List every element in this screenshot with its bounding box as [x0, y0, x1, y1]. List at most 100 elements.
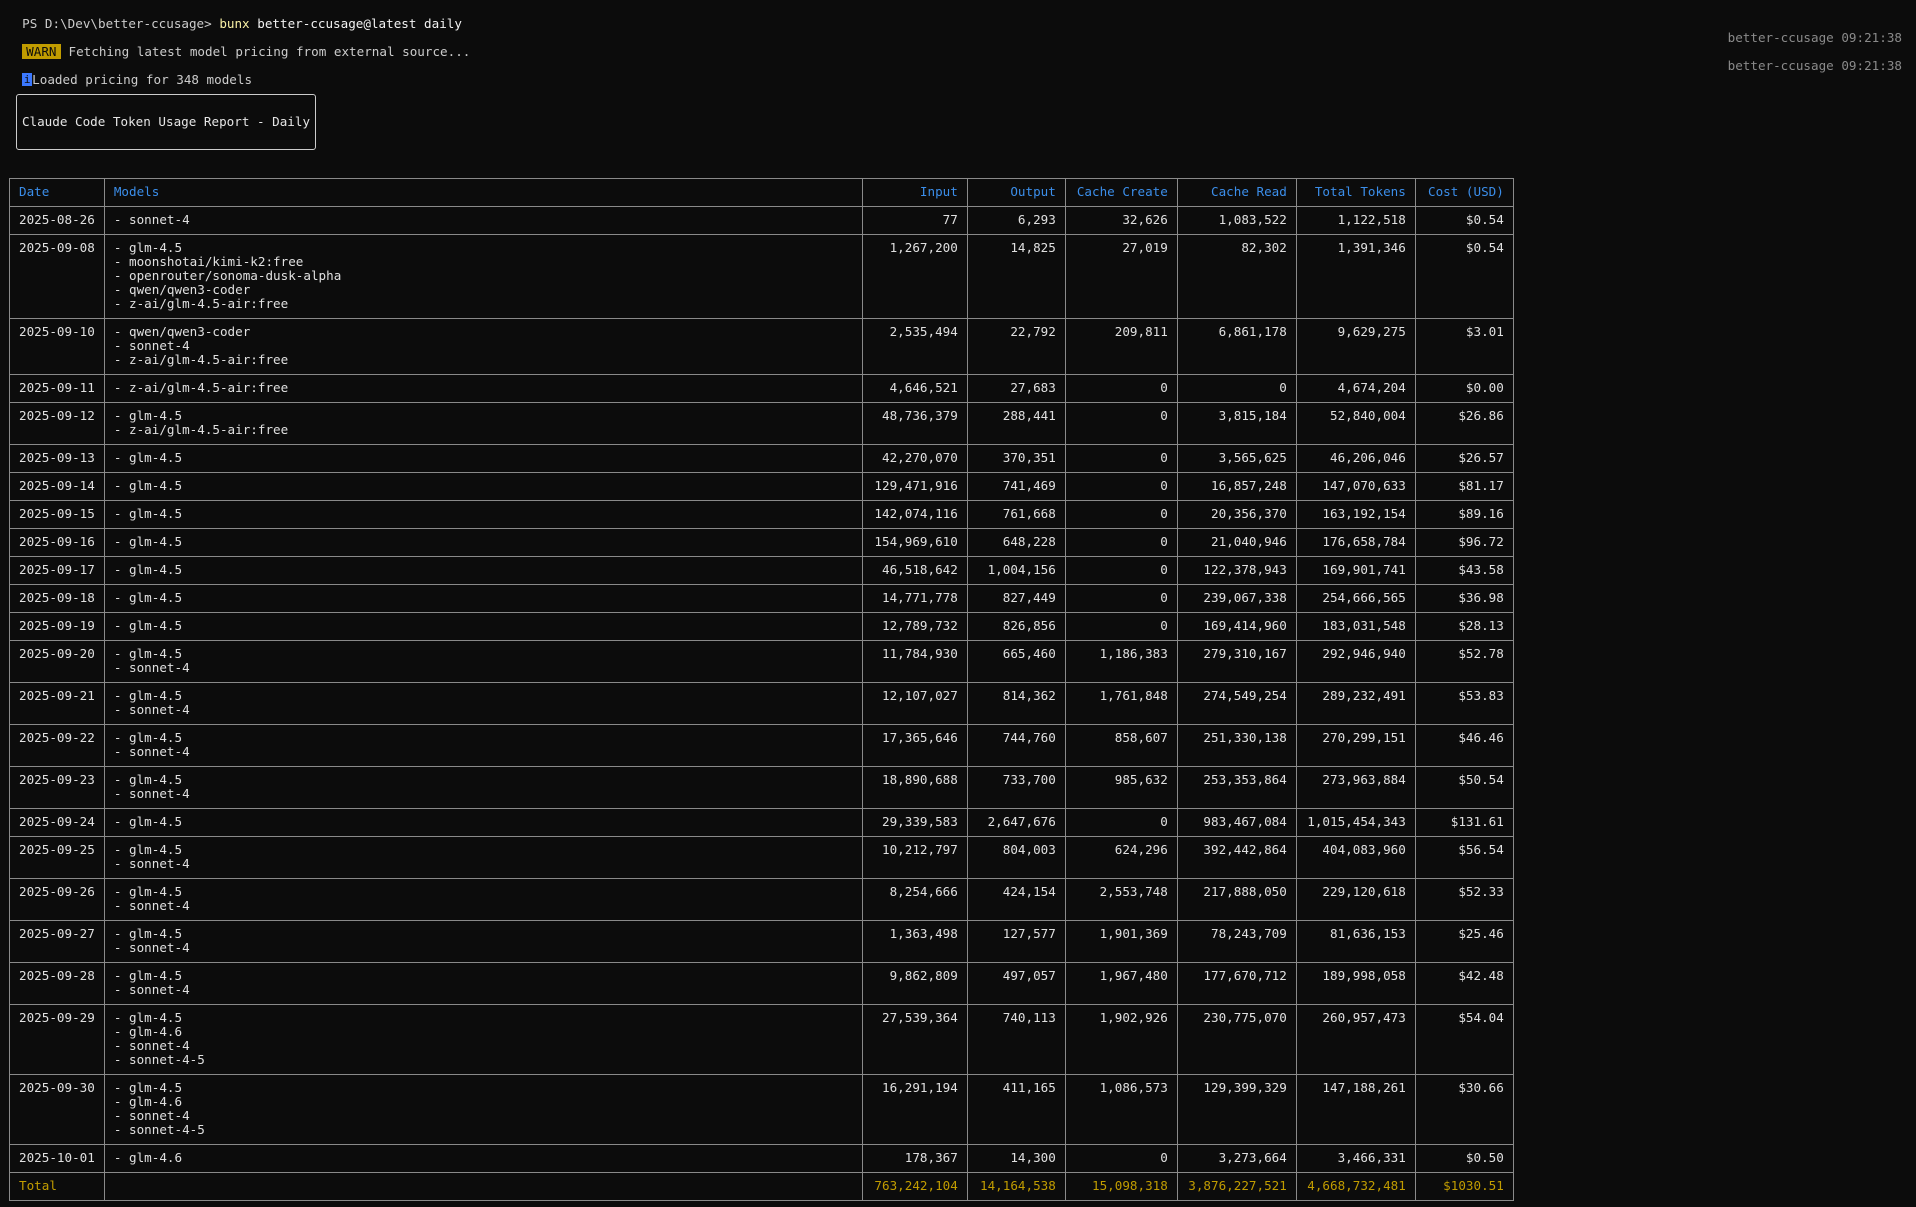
cell-cache-create: 0: [1064, 374, 1178, 403]
cell-cache-create: 0: [1064, 402, 1178, 445]
cell-total-tokens: 9,629,275: [1295, 318, 1416, 375]
cell-output: 424,154: [966, 878, 1066, 921]
model-name: - glm-4.5: [113, 688, 183, 703]
cell-cache-read: 177,670,712: [1176, 962, 1297, 1005]
model-name: - glm-4.5: [113, 478, 183, 493]
model-name: - sonnet-4: [113, 744, 190, 759]
cell-total-tokens: 254,666,565: [1295, 584, 1416, 613]
cell-output: 22,792: [966, 318, 1066, 375]
cell-total-tokens: 270,299,151: [1295, 724, 1416, 767]
cell-input: 18,890,688: [861, 766, 968, 809]
cell-total-tokens: 229,120,618: [1295, 878, 1416, 921]
cell-cache-create: 1,186,383: [1064, 640, 1178, 683]
cell-models: - glm-4.5- z-ai/glm-4.5-air:free: [103, 402, 863, 445]
cell-date: 2025-08-26: [9, 206, 105, 235]
cell-cache-read: 122,378,943: [1176, 556, 1297, 585]
table-row: 2025-09-12- glm-4.5- z-ai/glm-4.5-air:fr…: [9, 402, 1514, 445]
cell-date: 2025-09-20: [9, 640, 105, 683]
log-line-info: i Loaded pricing for 348 models: [7, 59, 252, 87]
cell-total-tokens: 3,466,331: [1295, 1144, 1416, 1173]
cell-total-tokens: 52,840,004: [1295, 402, 1416, 445]
cell-models: - glm-4.5: [103, 584, 863, 613]
cell-output: 27,683: [966, 374, 1066, 403]
cell-cache-create: 2,553,748: [1064, 878, 1178, 921]
cell-date: 2025-09-23: [9, 766, 105, 809]
cell-models: - glm-4.5: [103, 472, 863, 501]
cell-total-tokens: 46,206,046: [1295, 444, 1416, 473]
cell-cache-create: 1,967,480: [1064, 962, 1178, 1005]
cell-cache-read: 239,067,338: [1176, 584, 1297, 613]
cell-total-tokens: 1,391,346: [1295, 234, 1416, 319]
cell-cost: $43.58: [1414, 556, 1514, 585]
cell-cache-read: 6,861,178: [1176, 318, 1297, 375]
cell-input: 29,339,583: [861, 808, 968, 837]
total-label: Total: [9, 1172, 105, 1201]
cell-input: 1,267,200: [861, 234, 968, 319]
cell-input: 16,291,194: [861, 1074, 968, 1145]
cell-date: 2025-09-27: [9, 920, 105, 963]
cell-cost: $30.66: [1414, 1074, 1514, 1145]
cell-input: 17,365,646: [861, 724, 968, 767]
model-name: - glm-4.5: [113, 618, 183, 633]
cell-models: - glm-4.6: [103, 1144, 863, 1173]
cell-input: 2,535,494: [861, 318, 968, 375]
cell-output: 1,004,156: [966, 556, 1066, 585]
cell-cache-create: 0: [1064, 556, 1178, 585]
table-row: 2025-09-20- glm-4.5- sonnet-4 11,784,930 6…: [9, 640, 1514, 683]
cell-cache-read: 78,243,709: [1176, 920, 1297, 963]
model-name: - glm-4.5: [113, 646, 183, 661]
cell-cost: $25.46: [1414, 920, 1514, 963]
prompt-path: PS D:\Dev\better-ccusage>: [22, 16, 220, 31]
cell-input: 8,254,666: [861, 878, 968, 921]
cell-cache-create: 0: [1064, 808, 1178, 837]
cell-total-tokens: 163,192,154: [1295, 500, 1416, 529]
cell-cache-create: 0: [1064, 612, 1178, 641]
cell-models: - glm-4.5: [103, 444, 863, 473]
report-title-box: Claude Code Token Usage Report - Daily: [16, 94, 316, 150]
table-row: 2025-09-27- glm-4.5- sonnet-4 1,363,498 12…: [9, 920, 1514, 963]
model-name: - sonnet-4-5: [113, 1052, 205, 1067]
cell-output: 14,300: [966, 1144, 1066, 1173]
cell-cost: $131.61: [1414, 808, 1514, 837]
model-name: - sonnet-4: [113, 856, 190, 871]
cell-cache-read: 279,310,167: [1176, 640, 1297, 683]
cell-models: - glm-4.5- glm-4.6- sonnet-4- sonnet-4-5: [103, 1074, 863, 1145]
model-name: - glm-4.5: [113, 842, 183, 857]
model-name: - glm-4.5: [113, 814, 183, 829]
column-header-cost: Cost (USD): [1414, 178, 1514, 207]
model-name: - z-ai/glm-4.5-air:free: [113, 380, 289, 395]
cell-date: 2025-09-28: [9, 962, 105, 1005]
table-row: 2025-09-11 - z-ai/glm-4.5-air:free 4,646,5…: [9, 374, 1514, 403]
cell-input: 46,518,642: [861, 556, 968, 585]
cell-date: 2025-09-14: [9, 472, 105, 501]
cell-total-tokens: 147,188,261: [1295, 1074, 1416, 1145]
cell-cost: $50.54: [1414, 766, 1514, 809]
cell-models: - glm-4.5- sonnet-4: [103, 962, 863, 1005]
cell-input: 42,270,070: [861, 444, 968, 473]
cell-input: 1,363,498: [861, 920, 968, 963]
cell-cache-create: 27,019: [1064, 234, 1178, 319]
cell-cache-create: 209,811: [1064, 318, 1178, 375]
model-name: - glm-4.5: [113, 1010, 183, 1025]
model-name: - glm-4.5: [113, 534, 183, 549]
model-name: - glm-4.5: [113, 968, 183, 983]
cell-cost: $52.33: [1414, 878, 1514, 921]
cell-cost: $53.83: [1414, 682, 1514, 725]
cell-input: 27,539,364: [861, 1004, 968, 1075]
cell-cache-read: 253,353,864: [1176, 766, 1297, 809]
model-name: - sonnet-4: [113, 660, 190, 675]
model-name: - moonshotai/kimi-k2:free: [113, 254, 304, 269]
cell-cache-read: 0: [1176, 374, 1297, 403]
model-name: - sonnet-4: [113, 338, 190, 353]
log-message: Loaded pricing for 348 models: [32, 72, 253, 87]
warn-badge: WARN: [22, 44, 61, 59]
model-name: - glm-4.5: [113, 562, 183, 577]
cell-models: - glm-4.5- sonnet-4: [103, 766, 863, 809]
cell-cache-read: 16,857,248: [1176, 472, 1297, 501]
table-row: 2025-09-25- glm-4.5- sonnet-4 10,212,797 8…: [9, 836, 1514, 879]
model-name: - glm-4.5: [113, 240, 183, 255]
cell-output: 127,577: [966, 920, 1066, 963]
table-row: 2025-09-10- qwen/qwen3-coder - sonnet-4- …: [9, 318, 1514, 375]
cell-models: - glm-4.5- sonnet-4: [103, 836, 863, 879]
cell-cache-read: 82,302: [1176, 234, 1297, 319]
